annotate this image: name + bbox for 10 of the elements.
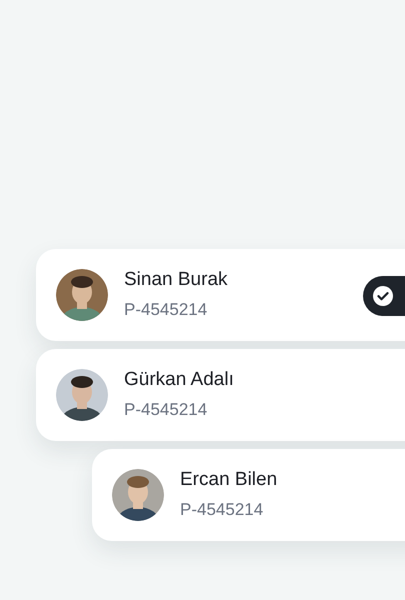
contact-card[interactable]: Ercan Bilen P-4545214 [92, 449, 405, 541]
contact-card[interactable]: Sinan Burak P-4545214 [36, 249, 405, 341]
contact-code: P-4545214 [124, 400, 208, 421]
contact-code: P-4545214 [180, 500, 264, 521]
contact-name: Gürkan Adalı [124, 369, 234, 392]
contact-name: Ercan Bilen [180, 469, 278, 492]
contact-code: P-4545214 [124, 300, 208, 321]
check-icon [373, 286, 393, 306]
contact-card[interactable]: Gürkan Adalı P-4545214 [36, 349, 405, 441]
contact-name: Sinan Burak [124, 269, 228, 292]
